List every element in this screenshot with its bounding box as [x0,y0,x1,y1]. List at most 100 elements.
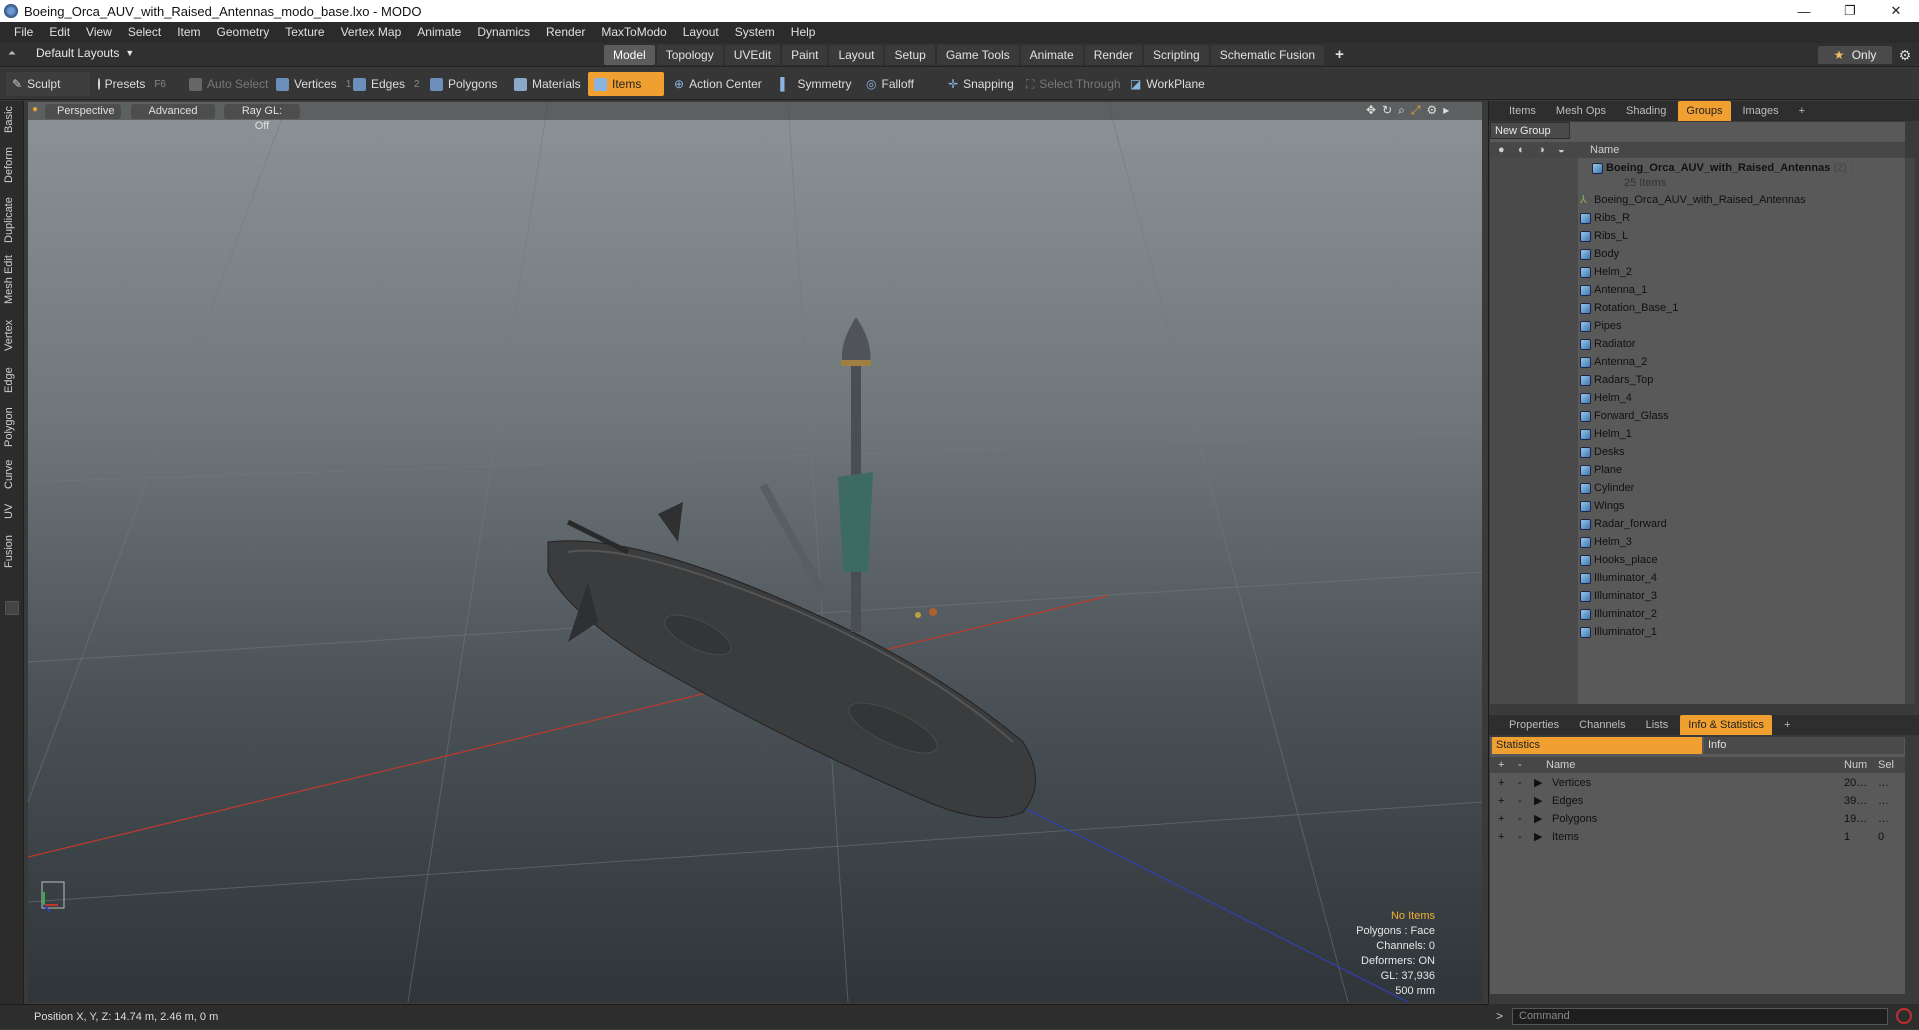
tab-uv[interactable]: UV [3,501,21,521]
collapse-row-icon[interactable]: - [1518,828,1522,846]
tab-topology[interactable]: Topology [656,45,723,65]
tab-render[interactable]: Render [1084,45,1143,65]
workplane-button[interactable]: ◪ WorkPlane [1124,72,1211,96]
tab-edge[interactable]: Edge [3,365,21,395]
tab-basic[interactable]: Basic [3,105,21,135]
stat-row[interactable]: + - ▶ Edges 39… … [1490,792,1905,810]
tab-lists[interactable]: Lists [1638,715,1677,735]
action-center-button[interactable]: ⊕ Action Center [668,72,768,96]
edges-button[interactable]: Edges 2 [347,72,426,96]
vertices-button[interactable]: Vertices 1 [270,72,357,96]
menu-animate[interactable]: Animate [409,22,469,43]
group-item-mesh[interactable]: Helm_4 [1580,389,1632,407]
new-group-button[interactable]: New Group [1490,122,1570,139]
group-item-mesh[interactable]: Rotation_Base_1 [1580,299,1678,317]
group-item-mesh[interactable]: Antenna_1 [1580,281,1647,299]
menu-dynamics[interactable]: Dynamics [469,22,538,43]
expand-row-icon[interactable]: + [1498,828,1504,846]
group-item-mesh[interactable]: Desks [1580,443,1625,461]
tab-shading[interactable]: Shading [1618,101,1674,121]
tab-properties[interactable]: Properties [1501,715,1567,735]
collapse-all-icon[interactable]: - [1518,757,1522,773]
group-item-mesh[interactable]: Ribs_L [1580,227,1628,245]
layout-selector[interactable]: ⏶ Default Layouts ▼ [8,46,134,60]
subtab-statistics[interactable]: Statistics [1492,737,1702,754]
disclosure-triangle-icon[interactable]: ▶ [1534,792,1542,810]
tab-scripting[interactable]: Scripting [1144,45,1209,65]
tab-animate[interactable]: Animate [1020,45,1083,65]
tab-items[interactable]: Items [1501,101,1544,121]
group-item-mesh[interactable]: Radar_forward [1580,515,1667,533]
sculpt-button[interactable]: ✎ Sculpt [6,72,90,96]
tab-vertex[interactable]: Vertex [3,315,21,355]
group-item-mesh[interactable]: Cylinder [1580,479,1634,497]
disclosure-triangle-icon[interactable]: ▶ [1534,810,1542,828]
tab-mesh-edit[interactable]: Mesh Edit [3,255,21,305]
group-item-mesh[interactable]: Illuminator_2 [1580,605,1657,623]
group-item-mesh[interactable]: Body [1580,245,1619,263]
tab-channels[interactable]: Channels [1571,715,1633,735]
tab-mesh-ops[interactable]: Mesh Ops [1548,101,1614,121]
expand-row-icon[interactable]: + [1498,792,1504,810]
tab-schematic-fusion[interactable]: Schematic Fusion [1210,45,1325,65]
subtab-info[interactable]: Info [1704,737,1904,754]
close-button[interactable]: ✕ [1873,0,1919,22]
group-item-mesh[interactable]: Wings [1580,497,1625,515]
group-item-mesh[interactable]: Helm_2 [1580,263,1632,281]
menu-texture[interactable]: Texture [277,22,332,43]
tab-duplicate[interactable]: Duplicate [3,195,21,245]
collapse-row-icon[interactable]: - [1518,810,1522,828]
tab-paint[interactable]: Paint [782,45,828,65]
stat-row[interactable]: + - ▶ Polygons 19… … [1490,810,1905,828]
stat-row[interactable]: + - ▶ Items 1 0 [1490,828,1905,846]
group-item-mesh[interactable]: Illuminator_3 [1580,587,1657,605]
add-panel-tab-button[interactable]: + [1791,101,1813,121]
command-input[interactable]: Command [1512,1008,1888,1025]
group-item-mesh[interactable]: Helm_1 [1580,425,1632,443]
menu-render[interactable]: Render [538,22,593,43]
collapse-row-icon[interactable]: - [1518,774,1522,792]
disclosure-triangle-icon[interactable]: ▶ [1534,774,1542,792]
viewport-menu-icon[interactable]: ● [32,104,38,115]
group-item-mesh[interactable]: Hooks_place [1580,551,1658,569]
viewport-expand-icon[interactable]: ▸ [1443,103,1449,118]
tab-deform[interactable]: Deform [3,145,21,185]
menu-vertex-map[interactable]: Vertex Map [333,22,410,43]
pan-icon[interactable]: ✥ [1366,103,1376,118]
group-item-mesh[interactable]: Radars_Top [1580,371,1653,389]
minimize-button[interactable]: — [1781,0,1827,22]
falloff-button[interactable]: ◎ Falloff [860,72,920,96]
materials-button[interactable]: Materials [508,72,587,96]
items-button[interactable]: Items [588,72,664,96]
disclosure-triangle-icon[interactable]: ▶ [1534,828,1542,846]
stat-row[interactable]: + - ▶ Vertices 20… … [1490,774,1905,792]
group-item-locator[interactable]: ⅄ Boeing_Orca_AUV_with_Raised_Antennas [1580,191,1806,209]
menu-geometry[interactable]: Geometry [209,22,278,43]
raygl-button[interactable]: Ray GL: Off [224,104,300,132]
menu-view[interactable]: View [78,22,120,43]
menu-item[interactable]: Item [169,22,208,43]
presets-button[interactable]: Presets F6 [92,72,172,96]
group-item-mesh[interactable]: Plane [1580,461,1622,479]
fit-icon[interactable]: ⤢ [1411,103,1421,118]
group-item-mesh[interactable]: Illuminator_4 [1580,569,1657,587]
tab-info-statistics[interactable]: Info & Statistics [1680,715,1773,735]
group-item-mesh[interactable]: Pipes [1580,317,1622,335]
left-tabs-toggle-button[interactable] [5,601,19,615]
expand-all-icon[interactable]: + [1498,757,1504,773]
only-button[interactable]: ★ Only [1818,46,1892,64]
tab-layout[interactable]: Layout [829,45,884,65]
expand-row-icon[interactable]: + [1498,810,1504,828]
group-item-mesh[interactable]: Ribs_R [1580,209,1630,227]
tab-uvedit[interactable]: UVEdit [724,45,781,65]
menu-help[interactable]: Help [783,22,824,43]
snapping-button[interactable]: ✛ Snapping [942,72,1020,96]
groups-scrollbar[interactable] [1905,158,1915,704]
menu-layout[interactable]: Layout [675,22,727,43]
view-type-button[interactable]: Perspective [45,104,121,119]
menu-edit[interactable]: Edit [41,22,78,43]
polygons-button[interactable]: Polygons [424,72,503,96]
menu-system[interactable]: System [727,22,783,43]
collapse-row-icon[interactable]: - [1518,792,1522,810]
add-tab-button[interactable]: + [1326,45,1353,65]
